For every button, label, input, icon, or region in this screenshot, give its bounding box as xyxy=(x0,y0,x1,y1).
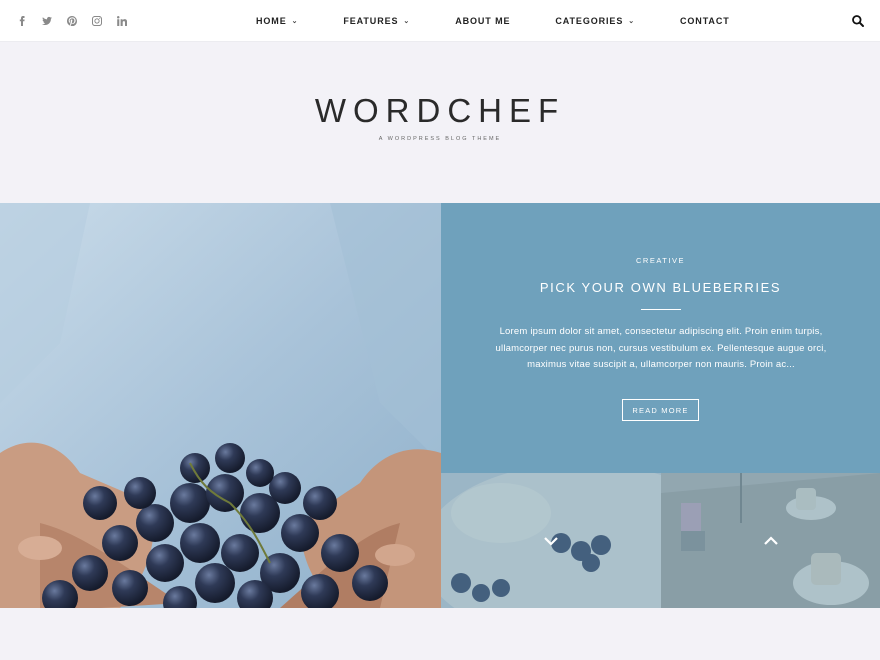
social-links xyxy=(15,0,129,42)
nav-label: ABOUT ME xyxy=(455,16,511,26)
nav-item-categories[interactable]: CATEGORIES ⌄ xyxy=(540,16,635,26)
chevron-down-icon: ⌄ xyxy=(403,18,411,25)
site-branding: WORDCHEF A WORDPRESS BLOG THEME xyxy=(0,92,880,142)
pinterest-icon[interactable] xyxy=(65,14,79,28)
featured-image[interactable] xyxy=(0,203,441,608)
chevron-down-icon[interactable] xyxy=(542,532,560,550)
nav-item-about-me[interactable]: ABOUT ME xyxy=(440,16,510,26)
featured-post-panel: CREATIVE PICK YOUR OWN BLUEBERRIES Lorem… xyxy=(441,203,880,473)
chevron-down-icon: ⌄ xyxy=(291,18,299,25)
site-tagline: A WORDPRESS BLOG THEME xyxy=(378,136,502,142)
main-nav: HOME ⌄ FEATURES ⌄ ABOUT ME CATEGORIES ⌄ … xyxy=(241,0,760,42)
nav-label: CONTACT xyxy=(680,16,730,26)
top-bar: HOME ⌄ FEATURES ⌄ ABOUT ME CATEGORIES ⌄ … xyxy=(0,0,880,42)
title-divider xyxy=(641,309,681,310)
chevron-up-icon[interactable] xyxy=(762,532,780,550)
post-excerpt: Lorem ipsum dolor sit amet, consectetur … xyxy=(495,326,827,370)
post-title[interactable]: PICK YOUR OWN BLUEBERRIES xyxy=(441,280,880,295)
instagram-icon[interactable] xyxy=(90,14,104,28)
nav-label: FEATURES xyxy=(343,16,399,26)
read-more-button[interactable]: READ MORE xyxy=(622,399,699,421)
site-title[interactable]: WORDCHEF xyxy=(0,92,880,130)
slider-thumb-next[interactable] xyxy=(661,473,880,608)
post-category[interactable]: CREATIVE xyxy=(441,256,880,265)
nav-item-contact[interactable]: CONTACT xyxy=(665,16,730,26)
facebook-icon[interactable] xyxy=(15,14,29,28)
nav-item-home[interactable]: HOME ⌄ xyxy=(241,16,298,26)
featured-slider: CREATIVE PICK YOUR OWN BLUEBERRIES Lorem… xyxy=(0,203,880,608)
twitter-icon[interactable] xyxy=(40,14,54,28)
slider-thumb-prev[interactable] xyxy=(441,473,661,608)
chevron-down-icon: ⌄ xyxy=(628,18,635,25)
linkedin-icon[interactable] xyxy=(115,14,129,28)
search-icon[interactable] xyxy=(851,14,865,28)
nav-item-features[interactable]: FEATURES ⌄ xyxy=(328,16,410,26)
nav-label: HOME xyxy=(256,16,287,26)
nav-label: CATEGORIES xyxy=(555,16,624,26)
